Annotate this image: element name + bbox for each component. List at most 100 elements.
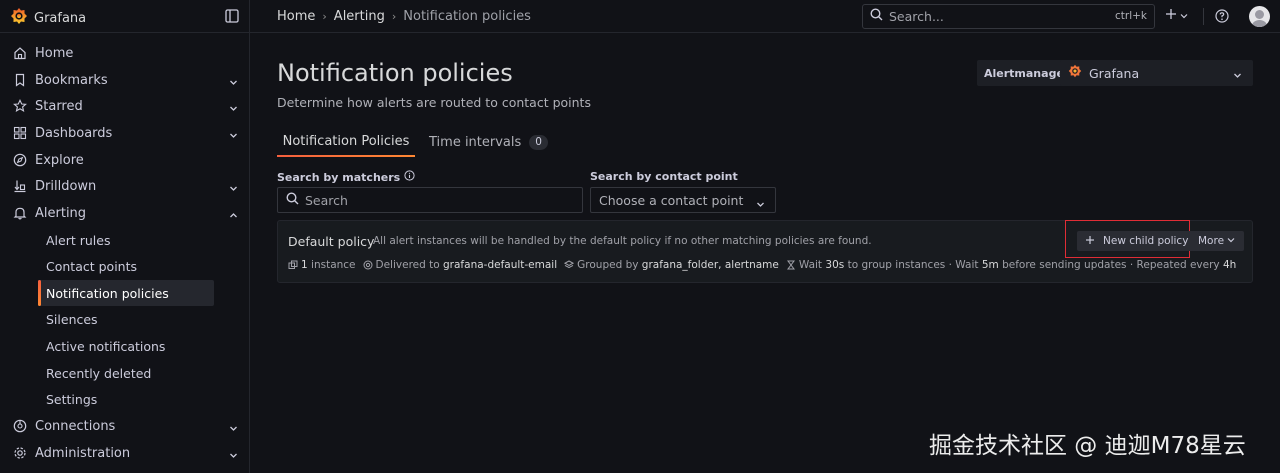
- chevron-down-icon: [756, 197, 765, 212]
- sidebar-item-home[interactable]: Home: [0, 40, 249, 66]
- home-icon: [13, 46, 27, 60]
- sidebar-subitem-notification-policies[interactable]: Notification policies: [38, 280, 214, 306]
- info-icon[interactable]: [404, 170, 415, 184]
- chevron-down-icon[interactable]: [229, 102, 238, 111]
- sidebar-item-administration[interactable]: Administration: [0, 440, 249, 466]
- plus-icon: [1165, 8, 1177, 24]
- grafana-logo-icon: [1068, 64, 1082, 82]
- delivered-contact-point[interactable]: grafana-default-email: [443, 259, 557, 271]
- more-button[interactable]: More: [1191, 231, 1244, 251]
- new-child-policy-button[interactable]: New child policy: [1077, 231, 1197, 251]
- chevron-down-icon[interactable]: [229, 182, 238, 191]
- matchers-label-text: Search by matchers: [277, 170, 401, 184]
- layers-icon: [564, 260, 575, 269]
- tab-notification-policies[interactable]: Notification Policies: [277, 128, 415, 157]
- dashboards-icon: [13, 126, 27, 140]
- sidebar-subitem-label: Notification policies: [46, 285, 169, 301]
- chevron-up-icon[interactable]: [229, 209, 238, 218]
- sidebar-item-label: Home: [35, 45, 74, 61]
- bookmark-icon: [13, 73, 27, 87]
- sidebar-subitem-label: Contact points: [46, 258, 137, 274]
- search-shortcut: ctrl+k: [1114, 10, 1147, 22]
- sidebar-subitem-contact-points[interactable]: Contact points: [38, 253, 214, 279]
- dock-menu-icon[interactable]: [225, 9, 239, 23]
- global-search-input[interactable]: [889, 9, 1109, 24]
- matchers-search[interactable]: [277, 187, 583, 213]
- sidebar-subitem-label: Recently deleted: [46, 365, 152, 381]
- brand-name: Grafana: [34, 10, 87, 26]
- meta-separator: ·: [1129, 259, 1134, 271]
- sidebar-item-starred[interactable]: Starred: [0, 93, 249, 119]
- user-avatar[interactable]: [1249, 6, 1270, 27]
- compass-icon: [13, 153, 27, 167]
- matchers-search-input[interactable]: [305, 192, 565, 208]
- delivered-prefix: Delivered to: [375, 259, 440, 271]
- sidebar-item-label: Starred: [35, 98, 83, 114]
- connections-icon: [13, 419, 27, 433]
- more-label: More: [1198, 235, 1225, 247]
- repeat-prefix: Repeated every: [1136, 259, 1220, 271]
- wait-prefix: Wait: [798, 259, 823, 271]
- search-icon: [870, 8, 883, 25]
- sidebar-item-label: Connections: [35, 418, 116, 434]
- policy-meta-row: 1 instance Delivered to grafana-default-…: [288, 259, 1236, 271]
- group-interval-suffix: before sending updates: [1002, 259, 1127, 271]
- chevron-down-icon[interactable]: [229, 76, 238, 85]
- gear-icon: [13, 446, 27, 460]
- policy-title: Default policy: [288, 234, 375, 249]
- instances-count[interactable]: 1: [301, 259, 308, 271]
- grafana-logo-icon: [10, 7, 28, 29]
- sidebar-subitem-settings[interactable]: Settings: [38, 386, 214, 412]
- page-title: Notification policies: [277, 59, 513, 87]
- sidebar-subitem-silences[interactable]: Silences: [38, 306, 214, 332]
- chevron-right-icon: ›: [322, 10, 327, 23]
- chevron-down-icon: [1180, 9, 1188, 24]
- bell-icon: [13, 206, 27, 220]
- matchers-label: Search by matchers: [277, 170, 415, 184]
- new-menu-button[interactable]: [1165, 8, 1188, 24]
- contact-point-select[interactable]: Choose a contact point: [590, 187, 776, 213]
- chevron-down-icon: [1227, 235, 1235, 247]
- chevron-down-icon[interactable]: [229, 449, 238, 458]
- sidebar-item-dashboards[interactable]: Dashboards: [0, 120, 249, 146]
- sidebar-item-bookmarks[interactable]: Bookmarks: [0, 67, 249, 93]
- sidebar-item-connections[interactable]: Connections: [0, 413, 249, 439]
- breadcrumb: Home › Alerting › Notification policies: [277, 9, 531, 24]
- sidebar-item-label: Dashboards: [35, 125, 113, 141]
- wait2-prefix: Wait: [955, 259, 979, 271]
- sidebar-subitem-active-notifications[interactable]: Active notifications: [38, 333, 214, 359]
- sidebar-item-label: Explore: [35, 152, 84, 168]
- breadcrumb-alerting[interactable]: Alerting: [334, 9, 385, 24]
- help-icon[interactable]: [1215, 9, 1229, 27]
- tab-label: Time intervals: [429, 135, 522, 150]
- sidebar-subitem-alert-rules[interactable]: Alert rules: [38, 227, 214, 253]
- tab-time-intervals[interactable]: Time intervals 0: [429, 128, 548, 157]
- chevron-down-icon[interactable]: [229, 422, 238, 431]
- meta-separator: ·: [948, 259, 952, 271]
- sidebar-item-label: Alerting: [35, 205, 87, 221]
- new-child-policy-label: New child policy: [1103, 235, 1189, 247]
- global-search[interactable]: ctrl+k: [862, 4, 1155, 29]
- breadcrumb-home[interactable]: Home: [277, 9, 315, 24]
- page-subtitle: Determine how alerts are routed to conta…: [277, 95, 591, 110]
- sidebar-subitem-label: Active notifications: [46, 338, 166, 354]
- instances-icon: [288, 260, 298, 269]
- breadcrumb-current: Notification policies: [403, 9, 531, 24]
- tab-count-badge: 0: [529, 135, 548, 150]
- toolbar-divider: [1203, 8, 1204, 25]
- contact-point-placeholder: Choose a contact point: [599, 192, 744, 208]
- repeat-interval: 4h: [1222, 259, 1237, 271]
- sidebar-item-drilldown[interactable]: Drilldown: [0, 173, 249, 199]
- chevron-down-icon[interactable]: [229, 129, 238, 138]
- sidebar-subitem-recently-deleted[interactable]: Recently deleted: [38, 360, 214, 386]
- tab-bar: Notification Policies Time intervals 0: [277, 128, 1253, 157]
- policy-description: All alert instances will be handled by t…: [373, 235, 872, 247]
- sidebar-item-alerting[interactable]: Alerting: [0, 200, 249, 226]
- sidebar-divider: [249, 0, 250, 473]
- group-interval: 5m: [981, 259, 999, 271]
- alertmanager-select[interactable]: Grafana: [1060, 60, 1253, 86]
- sidebar-item-label: Administration: [35, 445, 131, 461]
- sidebar-item-explore[interactable]: Explore: [0, 147, 249, 173]
- sidebar-subitem-label: Alert rules: [46, 232, 111, 248]
- brand[interactable]: Grafana: [10, 7, 86, 29]
